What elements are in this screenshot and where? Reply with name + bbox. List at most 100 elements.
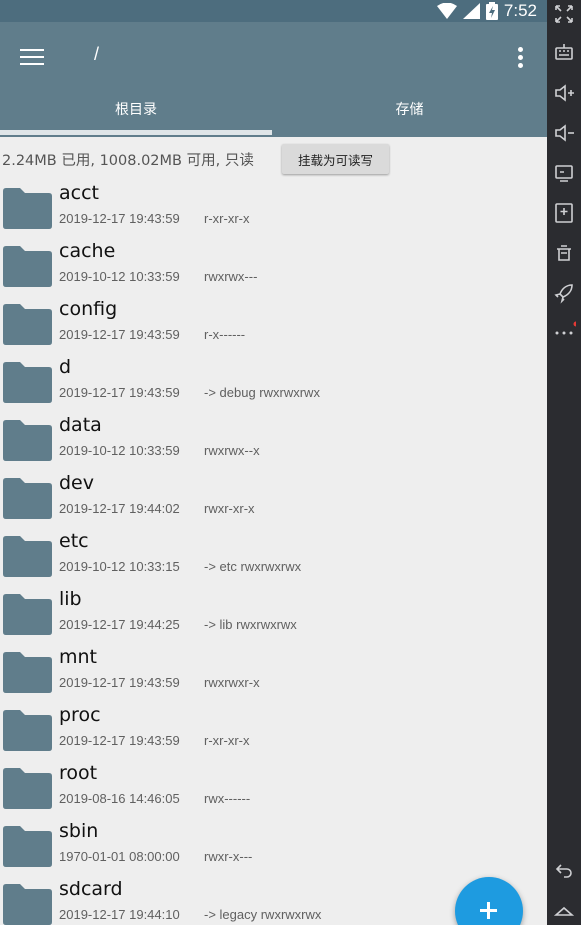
file-meta: 2019-10-12 10:33:59 rwxrwx--x bbox=[59, 443, 260, 458]
screen-icon[interactable] bbox=[552, 161, 576, 185]
file-meta: 2019-12-17 19:43:59 rwxrwxr-x bbox=[59, 675, 260, 690]
battery-icon bbox=[485, 2, 498, 20]
folder-icon bbox=[3, 536, 52, 577]
folder-icon bbox=[3, 768, 52, 809]
home-icon[interactable] bbox=[552, 898, 576, 922]
status-icons: 7:52 bbox=[436, 0, 537, 22]
file-date: 2019-12-17 19:44:02 bbox=[59, 501, 180, 516]
file-name: data bbox=[59, 414, 102, 436]
file-name: config bbox=[59, 298, 118, 320]
file-name: cache bbox=[59, 240, 116, 262]
file-row[interactable]: data 2019-10-12 10:33:59 rwxrwx--x bbox=[0, 413, 547, 471]
signal-icon bbox=[462, 3, 480, 19]
file-row[interactable]: config 2019-12-17 19:43:59 r-x------ bbox=[0, 297, 547, 355]
file-name: d bbox=[59, 356, 72, 378]
file-row[interactable]: cache 2019-10-12 10:33:59 rwxrwx--- bbox=[0, 239, 547, 297]
file-row[interactable]: dev 2019-12-17 19:44:02 rwxr-xr-x bbox=[0, 471, 547, 529]
file-permissions: -> legacy rwxrwxrwx bbox=[204, 907, 322, 922]
file-row[interactable]: acct 2019-12-17 19:43:59 r-xr-xr-x bbox=[0, 181, 547, 239]
file-name: proc bbox=[59, 704, 101, 726]
folder-icon bbox=[3, 420, 52, 461]
file-date: 1970-01-01 08:00:00 bbox=[59, 849, 180, 864]
file-name: lib bbox=[59, 588, 82, 610]
file-name: sdcard bbox=[59, 878, 123, 900]
file-row[interactable]: proc 2019-12-17 19:43:59 r-xr-xr-x bbox=[0, 703, 547, 761]
delete-icon[interactable] bbox=[552, 241, 576, 265]
file-row[interactable]: sbin 1970-01-01 08:00:00 rwxr-x--- bbox=[0, 819, 547, 877]
back-icon[interactable] bbox=[552, 858, 576, 882]
fullscreen-icon[interactable] bbox=[552, 2, 576, 26]
file-permissions: rwxrwx--x bbox=[204, 443, 260, 458]
tab-root-directory[interactable]: 根目录 bbox=[0, 92, 272, 135]
folder-icon bbox=[3, 652, 52, 693]
file-date: 2019-12-17 19:44:25 bbox=[59, 617, 180, 632]
add-icon-stroke bbox=[487, 902, 490, 919]
volume-up-icon[interactable] bbox=[552, 81, 576, 105]
volume-down-icon[interactable] bbox=[552, 121, 576, 145]
file-date: 2019-12-17 19:44:10 bbox=[59, 907, 180, 922]
folder-icon bbox=[3, 710, 52, 751]
more-vert-icon[interactable] bbox=[508, 44, 532, 72]
clock: 7:52 bbox=[503, 1, 537, 20]
file-permissions: -> lib rwxrwxrwx bbox=[204, 617, 297, 632]
storage-info-bar: 2.24MB 已用, 1008.02MB 可用, 只读 挂载为可读写 bbox=[0, 137, 547, 181]
apk-install-icon[interactable] bbox=[552, 201, 576, 225]
tab-storage[interactable]: 存储 bbox=[272, 92, 547, 135]
file-meta: 2019-12-17 19:43:59 r-x------ bbox=[59, 327, 245, 342]
file-name: root bbox=[59, 762, 98, 784]
emulator-sidebar bbox=[547, 0, 581, 925]
more-icon[interactable] bbox=[552, 319, 576, 343]
file-date: 2019-08-16 14:46:05 bbox=[59, 791, 180, 806]
file-row[interactable]: mnt 2019-12-17 19:43:59 rwxrwxr-x bbox=[0, 645, 547, 703]
file-meta: 2019-12-17 19:43:59 -> debug rwxrwxrwx bbox=[59, 385, 320, 400]
file-permissions: -> etc rwxrwxrwx bbox=[204, 559, 302, 574]
file-meta: 2019-12-17 19:43:59 r-xr-xr-x bbox=[59, 211, 249, 226]
file-row[interactable]: lib 2019-12-17 19:44:25 -> lib rwxrwxrwx bbox=[0, 587, 547, 645]
file-name: etc bbox=[59, 530, 89, 552]
file-permissions: rwxr-x--- bbox=[204, 849, 253, 864]
file-name: sbin bbox=[59, 820, 99, 842]
keyboard-icon[interactable] bbox=[552, 41, 576, 65]
file-row[interactable]: etc 2019-10-12 10:33:15 -> etc rwxrwxrwx bbox=[0, 529, 547, 587]
file-row[interactable]: root 2019-08-16 14:46:05 rwx------ bbox=[0, 761, 547, 819]
file-meta: 2019-12-17 19:43:59 r-xr-xr-x bbox=[59, 733, 249, 748]
file-date: 2019-12-17 19:43:59 bbox=[59, 733, 180, 748]
file-meta: 2019-08-16 14:46:05 rwx------ bbox=[59, 791, 250, 806]
current-path: / bbox=[94, 44, 100, 64]
file-date: 2019-12-17 19:43:59 bbox=[59, 385, 180, 400]
file-permissions: r-xr-xr-x bbox=[204, 211, 250, 226]
file-permissions: r-x------ bbox=[204, 327, 246, 342]
mount-read-write-button[interactable]: 挂载为可读写 bbox=[282, 144, 389, 174]
file-meta: 2019-12-17 19:44:25 -> lib rwxrwxrwx bbox=[59, 617, 297, 632]
file-permissions: rwxrwxr-x bbox=[204, 675, 260, 690]
status-bar: 7:52 bbox=[0, 0, 547, 22]
file-permissions: rwx------ bbox=[204, 791, 251, 806]
file-date: 2019-10-12 10:33:15 bbox=[59, 559, 180, 574]
wifi-icon bbox=[436, 3, 457, 19]
file-meta: 2019-12-17 19:44:02 rwxr-xr-x bbox=[59, 501, 255, 516]
file-name: acct bbox=[59, 182, 99, 204]
file-date: 2019-12-17 19:43:59 bbox=[59, 327, 180, 342]
folder-icon bbox=[3, 246, 52, 287]
file-name: mnt bbox=[59, 646, 97, 668]
file-date: 2019-10-12 10:33:59 bbox=[59, 269, 180, 284]
folder-icon bbox=[3, 304, 52, 345]
storage-usage-text: 2.24MB 已用, 1008.02MB 可用, 只读 bbox=[2, 153, 254, 169]
hamburger-menu-icon[interactable] bbox=[18, 46, 46, 68]
folder-icon bbox=[3, 478, 52, 519]
file-name: dev bbox=[59, 472, 94, 494]
file-date: 2019-12-17 19:43:59 bbox=[59, 675, 180, 690]
file-permissions: rwxrwx--- bbox=[204, 269, 258, 284]
file-meta: 1970-01-01 08:00:00 rwxr-x--- bbox=[59, 849, 252, 864]
folder-icon bbox=[3, 188, 52, 229]
file-date: 2019-12-17 19:43:59 bbox=[59, 211, 180, 226]
rocket-icon[interactable] bbox=[552, 281, 576, 305]
file-permissions: r-xr-xr-x bbox=[204, 733, 250, 748]
file-manager-screen: 7:52 / 根目录 存储 2.24MB 已用, 1008.02MB 可用, 只… bbox=[0, 0, 547, 925]
folder-icon bbox=[3, 362, 52, 403]
tab-indicator bbox=[0, 130, 272, 135]
file-row[interactable]: d 2019-12-17 19:43:59 -> debug rwxrwxrwx bbox=[0, 355, 547, 413]
file-permissions: rwxr-xr-x bbox=[204, 501, 255, 516]
file-permissions: -> debug rwxrwxrwx bbox=[204, 385, 320, 400]
folder-icon bbox=[3, 884, 52, 925]
